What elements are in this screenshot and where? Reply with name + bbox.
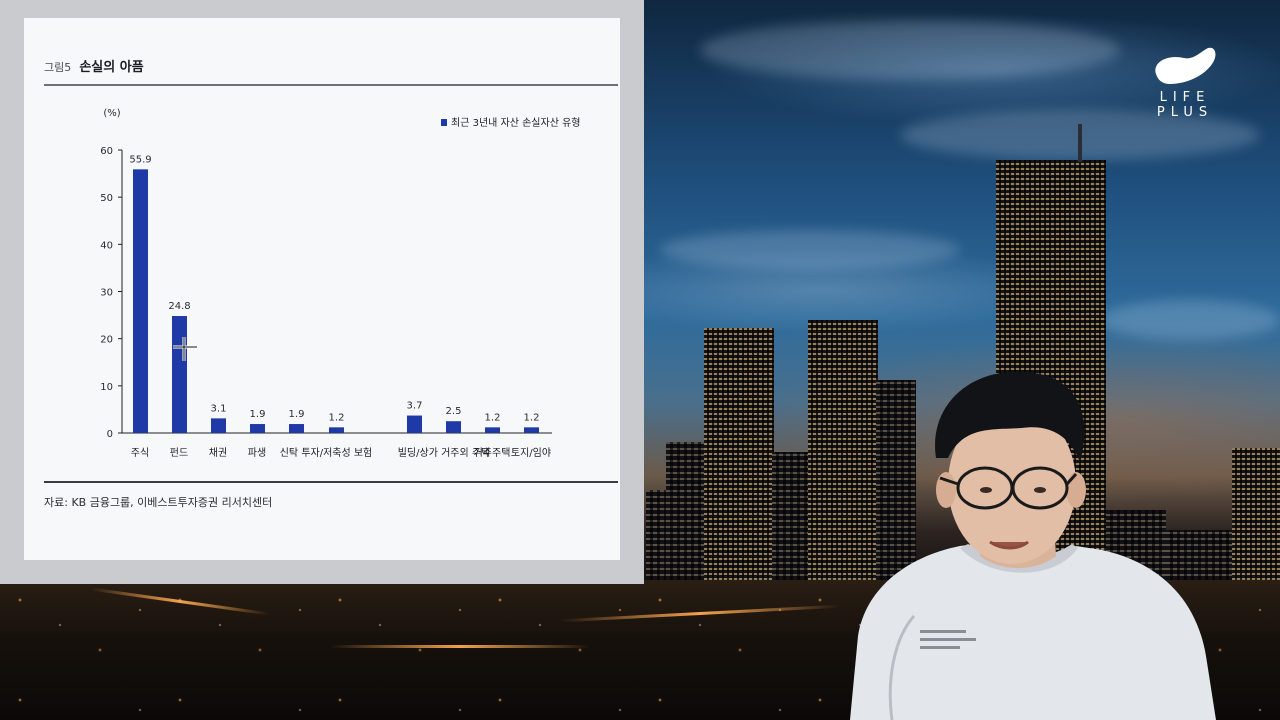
y-tick-label: 30 xyxy=(100,288,113,299)
y-tick-label: 20 xyxy=(100,335,113,346)
tower-antenna xyxy=(1078,124,1082,162)
bar-3 xyxy=(211,418,226,433)
legend-label: 최근 3년내 자산 손실자산 유형 xyxy=(451,117,580,129)
life-plus-logo: LIFE PLUS xyxy=(1150,44,1220,120)
road-lights xyxy=(330,645,590,648)
y-tick-label: 10 xyxy=(100,382,113,393)
crosshair-cursor-icon xyxy=(173,337,197,361)
x-tick-label: 채권 xyxy=(209,447,227,459)
legend-swatch xyxy=(441,119,447,126)
bar-value-label: 24.8 xyxy=(168,301,190,312)
cloud xyxy=(660,230,960,270)
bar-1 xyxy=(133,169,148,434)
logo-text-plus: PLUS xyxy=(1156,105,1214,120)
bar-value-label: 2.5 xyxy=(446,406,462,417)
bar-value-label: 1.9 xyxy=(250,409,266,420)
slide-page: 그림5 손실의 아픔 (%) 최근 3년내 자산 손실자산 유형 0 10 20 30… xyxy=(24,18,620,560)
y-tick-label: 60 xyxy=(100,146,113,157)
y-axis-unit: (%) xyxy=(103,108,120,119)
bar-value-label: 3.1 xyxy=(211,403,227,414)
x-tick-label: 신탁 투자/저축성 보험 xyxy=(280,447,373,459)
y-tick-label: 0 xyxy=(107,429,113,440)
bar-2 xyxy=(172,316,187,433)
x-tick-label: 거주주택 xyxy=(474,447,511,459)
cloud xyxy=(1100,300,1280,340)
bar-value-label: 1.2 xyxy=(524,412,540,423)
cloud xyxy=(700,20,1120,80)
loss-asset-bar-chart: (%) 최근 3년내 자산 손실자산 유형 0 10 20 30 40 50 60 55.9… xyxy=(100,108,580,459)
footer-rule xyxy=(44,481,618,483)
slide-frame: 그림5 손실의 아픔 (%) 최근 3년내 자산 손실자산 유형 0 10 20 30… xyxy=(0,0,644,584)
logo-text-life: LIFE xyxy=(1159,90,1211,105)
bar-5 xyxy=(289,424,304,433)
bar-9 xyxy=(485,427,500,433)
bar-value-label: 1.2 xyxy=(485,412,501,423)
bar-value-label: 55.9 xyxy=(129,154,151,165)
leaf-logo-icon xyxy=(1155,47,1216,84)
bar-4 xyxy=(250,424,265,433)
x-tick-label: 주식 xyxy=(131,447,149,459)
bar-10 xyxy=(524,427,539,433)
bar-7 xyxy=(407,415,422,433)
bar-value-label: 1.2 xyxy=(329,412,345,423)
bar-6 xyxy=(329,427,344,433)
x-tick-label: 펀드 xyxy=(170,447,188,459)
x-tick-label: 토지/임야 xyxy=(511,446,551,459)
bar-value-label: 3.7 xyxy=(407,401,423,412)
x-tick-label: 파생 xyxy=(248,447,266,459)
presenter xyxy=(850,371,1216,720)
y-tick-label: 50 xyxy=(100,193,113,204)
bar-8 xyxy=(446,421,461,433)
bar-value-label: 1.9 xyxy=(289,409,305,420)
y-tick-label: 40 xyxy=(100,240,113,251)
source-note: 자료: KB 금융그룹, 이베스트투자증권 리서치센터 xyxy=(44,496,273,509)
